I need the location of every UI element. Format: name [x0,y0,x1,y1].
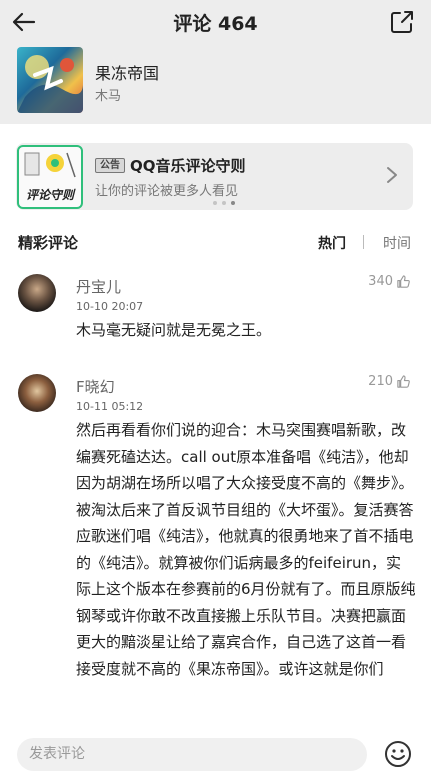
song-card[interactable]: 果冻帝国 木马 [0,44,431,124]
like-count: 210 [368,374,393,389]
carousel-dot-active [231,201,235,205]
sort-hot-tab[interactable]: 热门 [318,233,346,253]
section-header: 精彩评论 热门 时间 [18,232,418,254]
comment-input[interactable]: 发表评论 [17,738,367,771]
share-icon[interactable] [389,9,415,35]
like-button[interactable]: 340 [368,274,411,289]
album-cover[interactable] [17,47,83,113]
carousel-dot [222,201,226,205]
sort-time-tab[interactable]: 时间 [383,233,411,253]
comment-username[interactable]: 丹宝儿 [76,276,121,297]
notice-image-text: 评论守则 [25,188,74,202]
notice-tag: 公告 [95,158,125,173]
comment-time: 10-11 05:12 [76,400,144,413]
notice-subtitle: 让你的评论被更多人看见 [95,184,239,199]
comment-text: 然后再看看你们说的迎合：木马突围赛唱新歌，改编赛死磕达达。call out原本准… [76,421,416,678]
like-count: 340 [368,274,393,289]
notice-title: QQ音乐评论守则 [130,157,246,175]
section-title: 精彩评论 [18,234,79,252]
chevron-right-icon[interactable] [385,165,399,185]
thumbs-up-icon [397,375,410,388]
avatar[interactable] [18,374,56,412]
thumbs-up-icon [397,275,410,288]
like-button[interactable]: 210 [368,374,411,389]
comment-item: 丹宝儿 10-10 20:07 340 木马毫无疑问就是无冕之王。 [0,270,431,350]
notice-image: 评论守则 [17,145,83,209]
comment-username[interactable]: F晓幻 [76,376,115,397]
carousel-dot [213,201,217,205]
top-bar: 评论 464 [0,0,431,44]
comment-item: F晓幻 10-11 05:12 210 然后再看看你们说的迎合：木马突围赛唱新歌… [0,370,431,730]
page-title: 评论 464 [173,13,258,35]
comment-time: 10-10 20:07 [76,300,144,313]
carousel-dots [213,201,235,205]
notice-banner[interactable]: 评论守则 公告 QQ音乐评论守则 让你的评论被更多人看见 [16,143,413,210]
song-title: 果冻帝国 [95,64,160,83]
comment-input-bar: 发表评论 [0,729,431,779]
song-artist[interactable]: 木马 [95,85,121,104]
avatar[interactable] [18,274,56,312]
emoji-icon[interactable] [384,740,412,768]
comment-text: 木马毫无疑问就是无冕之王。 [76,321,272,339]
sort-divider [363,235,364,249]
